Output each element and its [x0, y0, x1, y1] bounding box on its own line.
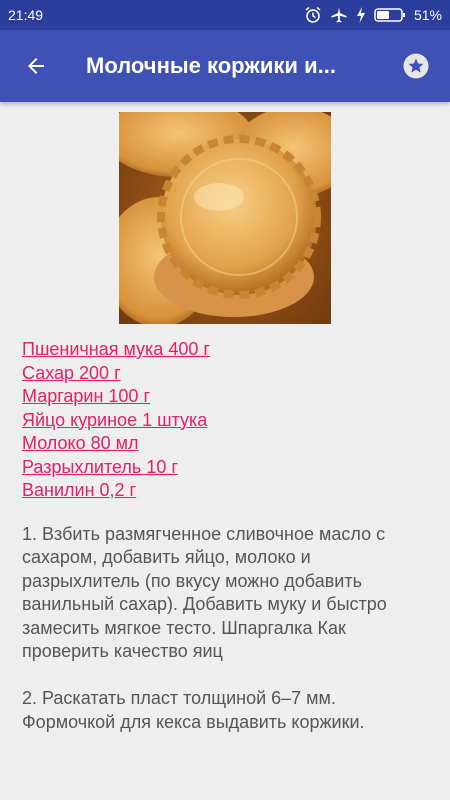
list-item: Маргарин 100 г [22, 385, 428, 409]
arrow-back-icon [28, 58, 44, 74]
ingredient-link[interactable]: Молоко 80 мл [22, 433, 139, 453]
ingredient-link[interactable]: Пшеничная мука 400 г [22, 339, 210, 359]
status-icons: 51% [304, 6, 442, 24]
back-button[interactable] [16, 46, 56, 86]
ingredient-link[interactable]: Сахар 200 г [22, 363, 121, 383]
recipe-photo [119, 112, 331, 324]
ingredient-link[interactable]: Маргарин 100 г [22, 386, 150, 406]
favorite-button[interactable] [398, 48, 434, 84]
recipe-steps: 1. Взбить размягченное сливочное масло с… [22, 523, 428, 735]
ingredient-link[interactable]: Разрыхлитель 10 г [22, 457, 178, 477]
status-time: 21:49 [8, 7, 44, 23]
page-title: Молочные коржики и... [86, 53, 336, 78]
list-item: Пшеничная мука 400 г [22, 338, 428, 362]
battery-percent: 51% [413, 7, 442, 23]
app-bar: Молочные коржики и... [0, 30, 450, 102]
recipe-photo-container [22, 112, 428, 324]
list-item: Молоко 80 мл [22, 432, 428, 456]
battery-icon [374, 8, 405, 22]
recipe-content: Пшеничная мука 400 г Сахар 200 г Маргари… [0, 102, 450, 734]
list-item: Сахар 200 г [22, 362, 428, 386]
list-item: Яйцо куриное 1 штука [22, 409, 428, 433]
alarm-icon [305, 6, 321, 23]
ingredient-link[interactable]: Ванилин 0,2 г [22, 480, 136, 500]
ingredient-list: Пшеничная мука 400 г Сахар 200 г Маргари… [22, 338, 428, 503]
ingredient-link[interactable]: Яйцо куриное 1 штука [22, 410, 207, 430]
charging-icon [356, 7, 365, 23]
star-icon [403, 53, 429, 79]
list-item: Ванилин 0,2 г [22, 479, 428, 503]
list-item: Разрыхлитель 10 г [22, 456, 428, 480]
recipe-step: 1. Взбить размягченное сливочное масло с… [22, 523, 387, 662]
recipe-step: 2. Раскатать пласт толщиной 6–7 мм. Форм… [22, 688, 365, 732]
airplane-icon [331, 7, 347, 23]
status-bar: 21:49 51% [0, 0, 450, 30]
